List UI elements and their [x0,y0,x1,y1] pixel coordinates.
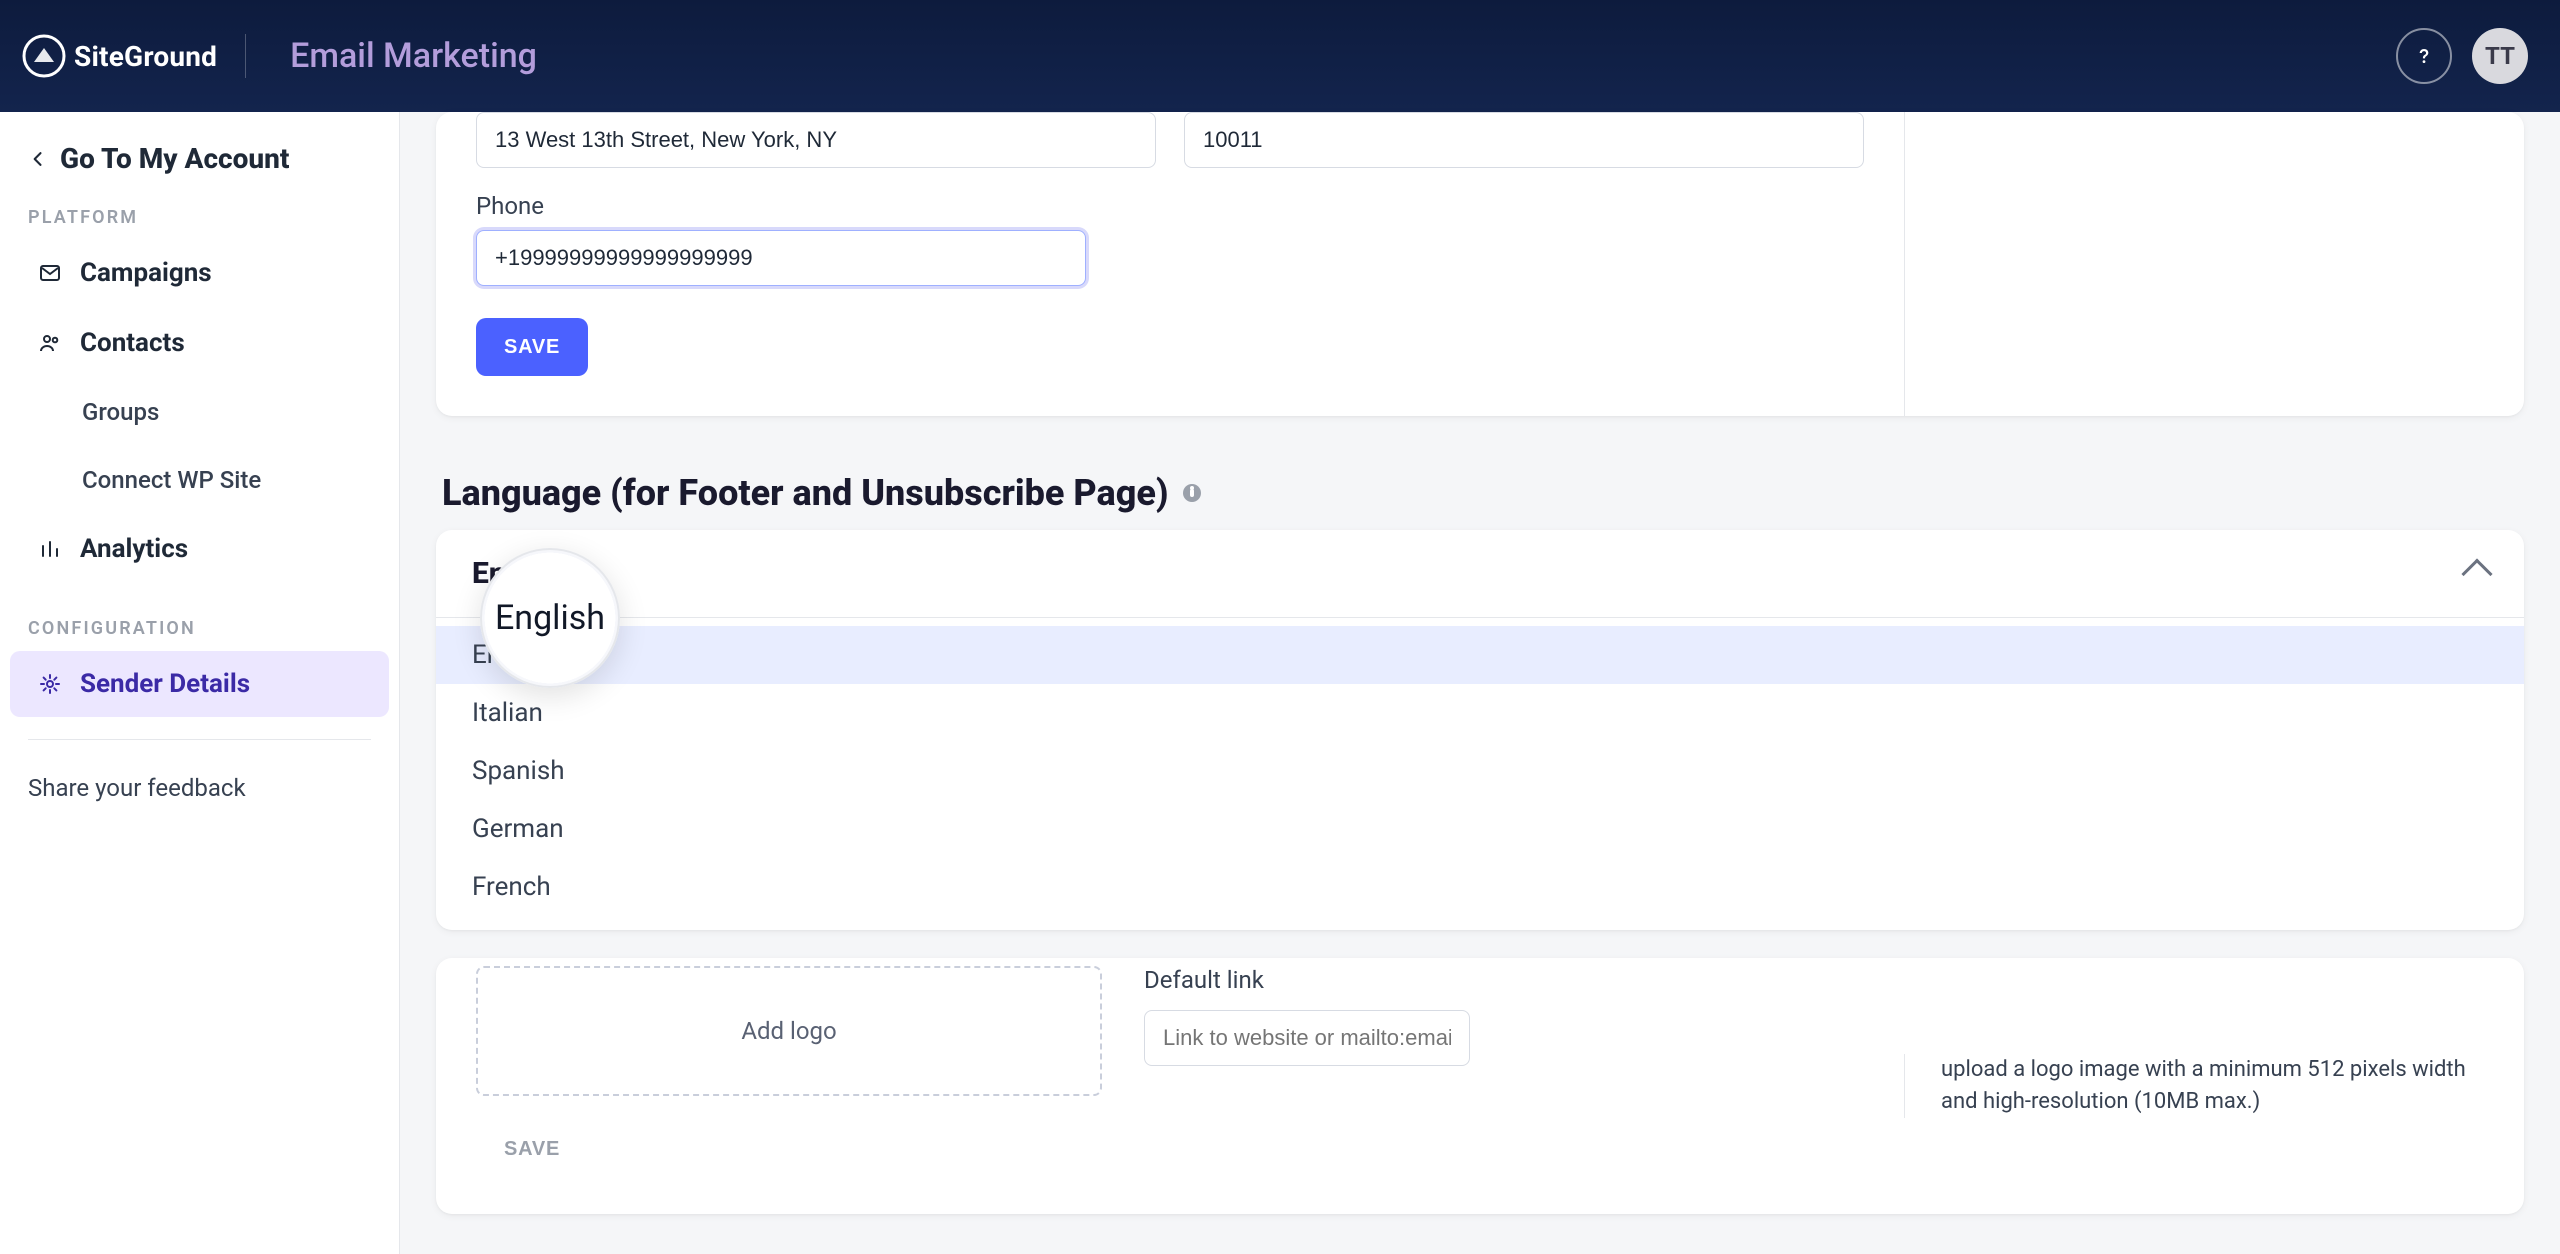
main: Phone SAVE Language (for Footer and Unsu… [400,112,2560,1254]
language-option[interactable]: French [436,858,2524,916]
sidebar-item-analytics[interactable]: Analytics [10,516,389,582]
card-language: English English Italian Spanish German F… [436,530,2524,930]
phone-label: Phone [476,192,1086,220]
share-feedback[interactable]: Share your feedback [0,762,399,814]
sidebar-item-campaigns[interactable]: Campaigns [10,240,389,306]
app-header: SiteGround Email Marketing TT [0,0,2560,112]
card-logo: Add logo Default link SAVE upload a logo… [436,958,2524,1214]
language-option[interactable]: German [436,800,2524,858]
save-button-disabled: SAVE [476,1120,588,1178]
divider [245,34,246,78]
section-platform: PLATFORM [0,175,399,236]
mail-icon [38,261,62,285]
back-link[interactable]: Go To My Account [0,134,399,175]
card-sender-info: Phone SAVE [436,112,2524,416]
siteground-mark-icon [20,32,68,80]
heading-text: Language (for Footer and Unsubscribe Pag… [442,472,1169,514]
save-button[interactable]: SAVE [476,318,588,376]
arrow-left-icon [28,149,48,169]
help-icon [2411,43,2437,69]
info-icon[interactable] [1183,484,1201,502]
sidebar-item-label: Campaigns [80,258,212,288]
sidebar-item-sender-details[interactable]: Sender Details [10,651,389,717]
language-select[interactable]: English [436,530,2524,618]
section-configuration: CONFIGURATION [0,586,399,647]
default-link-label: Default link [1144,966,1864,994]
sidebar-item-label: Connect WP Site [82,466,261,494]
header-actions: TT [2396,28,2528,84]
language-option[interactable]: Italian [436,684,2524,742]
sidebar-item-label: Groups [82,398,159,426]
product-title: Email Marketing [290,36,537,76]
brand-block: SiteGround Email Marketing [20,32,537,80]
help-button[interactable] [2396,28,2452,84]
chart-icon [38,537,62,561]
layout: Go To My Account PLATFORM Campaigns Cont… [0,112,2560,1254]
sidebar-item-groups[interactable]: Groups [10,380,389,444]
sidebar-item-label: Sender Details [80,669,250,699]
logo-uploader[interactable]: Add logo [476,966,1102,1096]
section-heading-language: Language (for Footer and Unsubscribe Pag… [442,472,2518,514]
sidebar-item-contacts[interactable]: Contacts [10,310,389,376]
uploader-text: Add logo [741,1017,836,1045]
language-option[interactable]: Spanish [436,742,2524,800]
language-options: English Italian Spanish German French [436,618,2524,930]
logo-hint: upload a logo image with a minimum 512 p… [1941,1054,2488,1118]
phone-input[interactable] [476,230,1086,286]
secondary-input[interactable] [1184,112,1864,168]
card-info-panel [1904,112,2524,416]
brand-wordmark: SiteGround [74,40,217,73]
address-input[interactable] [476,112,1156,168]
sidebar: Go To My Account PLATFORM Campaigns Cont… [0,112,400,1254]
language-selected: English [472,556,571,591]
back-label: Go To My Account [60,142,289,175]
sidebar-item-connect-wp[interactable]: Connect WP Site [10,448,389,512]
sidebar-item-label: Analytics [80,534,188,564]
brand-logo[interactable]: SiteGround [20,32,217,80]
avatar[interactable]: TT [2472,28,2528,84]
people-icon [38,331,62,355]
gear-icon [38,672,62,696]
chevron-up-icon [2461,558,2492,589]
sidebar-item-label: Contacts [80,328,185,358]
divider [28,739,371,740]
default-link-input[interactable] [1144,1010,1470,1066]
language-option[interactable]: English [436,626,2524,684]
